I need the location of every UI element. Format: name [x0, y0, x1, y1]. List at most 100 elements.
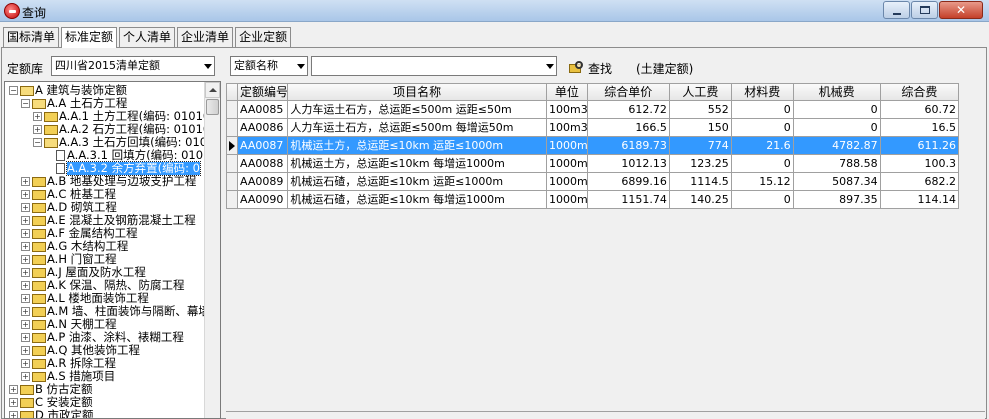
table-cell[interactable]: 100m3: [547, 119, 588, 137]
expand-icon[interactable]: +: [21, 229, 30, 238]
table-cell[interactable]: 100.3: [880, 155, 959, 173]
expand-icon[interactable]: +: [21, 281, 30, 290]
table-cell[interactable]: 774: [669, 137, 732, 155]
expand-icon[interactable]: +: [9, 385, 18, 394]
table-cell[interactable]: 60.72: [880, 101, 959, 119]
expand-icon[interactable]: +: [21, 242, 30, 251]
scroll-up-button[interactable]: [205, 82, 220, 98]
expand-icon[interactable]: +: [21, 346, 30, 355]
tab-personal-list[interactable]: 个人清单: [119, 27, 176, 47]
expand-icon[interactable]: +: [21, 177, 30, 186]
table-cell[interactable]: 1000m3: [547, 137, 588, 155]
table-cell[interactable]: 6189.73: [587, 137, 670, 155]
row-indicator[interactable]: [226, 155, 238, 173]
expand-icon[interactable]: +: [33, 112, 42, 121]
table-cell[interactable]: 机械运石碴，总运距≤10km 运距≤1000m: [288, 173, 548, 191]
table-cell[interactable]: AA0086: [238, 119, 289, 137]
tree-node[interactable]: + D 市政定额: [9, 409, 94, 418]
tab-national-list[interactable]: 国标清单: [3, 27, 60, 47]
row-indicator[interactable]: [226, 191, 238, 209]
expand-icon[interactable]: +: [21, 216, 30, 225]
table-cell[interactable]: 人力车运土石方，总运距≤500m 每增运50m: [288, 119, 548, 137]
expand-icon[interactable]: +: [21, 190, 30, 199]
column-header[interactable]: 综合单价: [587, 83, 670, 101]
table-cell[interactable]: 1000m3: [547, 155, 588, 173]
expand-icon[interactable]: +: [9, 398, 18, 407]
scroll-thumb[interactable]: [206, 99, 219, 115]
table-cell[interactable]: 机械运土方，总运距≤10km 每增运1000m: [288, 155, 548, 173]
table-cell[interactable]: 682.2: [880, 173, 959, 191]
table-cell[interactable]: 0: [793, 101, 881, 119]
table-cell[interactable]: AA0088: [238, 155, 289, 173]
expand-icon[interactable]: +: [9, 411, 18, 418]
table-row[interactable]: AA0089机械运石碴，总运距≤10km 运距≤1000m1000m36899.…: [226, 173, 959, 191]
table-cell[interactable]: 机械运土方，总运距≤10km 运距≤1000m: [288, 137, 548, 155]
row-indicator[interactable]: [226, 137, 238, 155]
table-cell[interactable]: 114.14: [880, 191, 959, 209]
row-indicator[interactable]: [226, 119, 238, 137]
table-cell[interactable]: 1012.13: [587, 155, 670, 173]
table-cell[interactable]: 1151.74: [587, 191, 670, 209]
column-header[interactable]: 机械费: [793, 83, 881, 101]
expand-icon[interactable]: +: [21, 203, 30, 212]
table-cell[interactable]: 0: [793, 119, 881, 137]
expand-icon[interactable]: +: [21, 268, 30, 277]
table-cell[interactable]: 6899.16: [587, 173, 670, 191]
table-cell[interactable]: AA0090: [238, 191, 289, 209]
row-indicator[interactable]: [226, 173, 238, 191]
table-cell[interactable]: 1114.5: [669, 173, 732, 191]
find-button[interactable]: 查找: [569, 59, 612, 77]
quota-tree[interactable]: − A 建筑与装饰定额 − A.A 土石方工程 + A.A.1 土方工程(编码: 0101…: [4, 81, 221, 419]
expand-icon[interactable]: +: [21, 372, 30, 381]
collapse-icon[interactable]: −: [21, 99, 30, 108]
table-cell[interactable]: 0: [731, 191, 794, 209]
tab-enterprise-list[interactable]: 企业清单: [177, 27, 234, 47]
table-cell[interactable]: 123.25: [669, 155, 732, 173]
table-cell[interactable]: 21.6: [731, 137, 794, 155]
column-header[interactable]: 材料费: [731, 83, 794, 101]
column-header[interactable]: 定额编号: [238, 83, 289, 101]
table-row[interactable]: AA0088机械运土方，总运距≤10km 每增运1000m1000m31012.…: [226, 155, 959, 173]
table-cell[interactable]: 0: [731, 101, 794, 119]
column-header[interactable]: 综合费: [880, 83, 959, 101]
table-cell[interactable]: 0: [731, 119, 794, 137]
expand-icon[interactable]: +: [21, 307, 30, 316]
minimize-button[interactable]: [883, 1, 910, 19]
table-cell[interactable]: 16.5: [880, 119, 959, 137]
row-indicator[interactable]: [226, 101, 238, 119]
tree-scrollbar[interactable]: [204, 82, 220, 418]
table-cell[interactable]: 1000m3: [547, 173, 588, 191]
table-cell[interactable]: 1000m3: [547, 191, 588, 209]
tab-standard-quota[interactable]: 标准定额: [61, 27, 118, 48]
table-cell[interactable]: AA0089: [238, 173, 289, 191]
table-cell[interactable]: 552: [669, 101, 732, 119]
table-cell[interactable]: AA0087: [238, 137, 289, 155]
expand-icon[interactable]: +: [21, 333, 30, 342]
table-cell[interactable]: 166.5: [587, 119, 670, 137]
table-cell[interactable]: AA0085: [238, 101, 289, 119]
table-cell[interactable]: 612.72: [587, 101, 670, 119]
expand-icon[interactable]: +: [33, 125, 42, 134]
collapse-icon[interactable]: −: [33, 138, 42, 147]
table-cell[interactable]: 5087.34: [793, 173, 881, 191]
search-input[interactable]: [311, 56, 557, 76]
table-cell[interactable]: 机械运石碴，总运距≤10km 每增运1000m: [288, 191, 548, 209]
table-cell[interactable]: 4782.87: [793, 137, 881, 155]
library-select[interactable]: 四川省2015清单定额: [51, 56, 215, 76]
close-button[interactable]: ✕: [939, 1, 983, 19]
column-header[interactable]: 人工费: [669, 83, 732, 101]
table-row[interactable]: AA0085 人力车运土石方，总运距≤500m 运距≤50m 100m3 612.72…: [226, 101, 959, 119]
table-cell[interactable]: 788.58: [793, 155, 881, 173]
maximize-button[interactable]: [911, 1, 938, 19]
table-cell[interactable]: 0: [731, 155, 794, 173]
table-cell[interactable]: 140.25: [669, 191, 732, 209]
expand-icon[interactable]: +: [21, 359, 30, 368]
collapse-icon[interactable]: −: [9, 86, 18, 95]
table-cell[interactable]: 150: [669, 119, 732, 137]
search-field-select[interactable]: 定额名称: [230, 56, 308, 76]
expand-icon[interactable]: +: [21, 294, 30, 303]
expand-icon[interactable]: +: [21, 255, 30, 264]
table-cell[interactable]: 611.26: [880, 137, 959, 155]
table-row[interactable]: AA0090机械运石碴，总运距≤10km 每增运1000m1000m31151.…: [226, 191, 959, 209]
expand-icon[interactable]: +: [21, 320, 30, 329]
